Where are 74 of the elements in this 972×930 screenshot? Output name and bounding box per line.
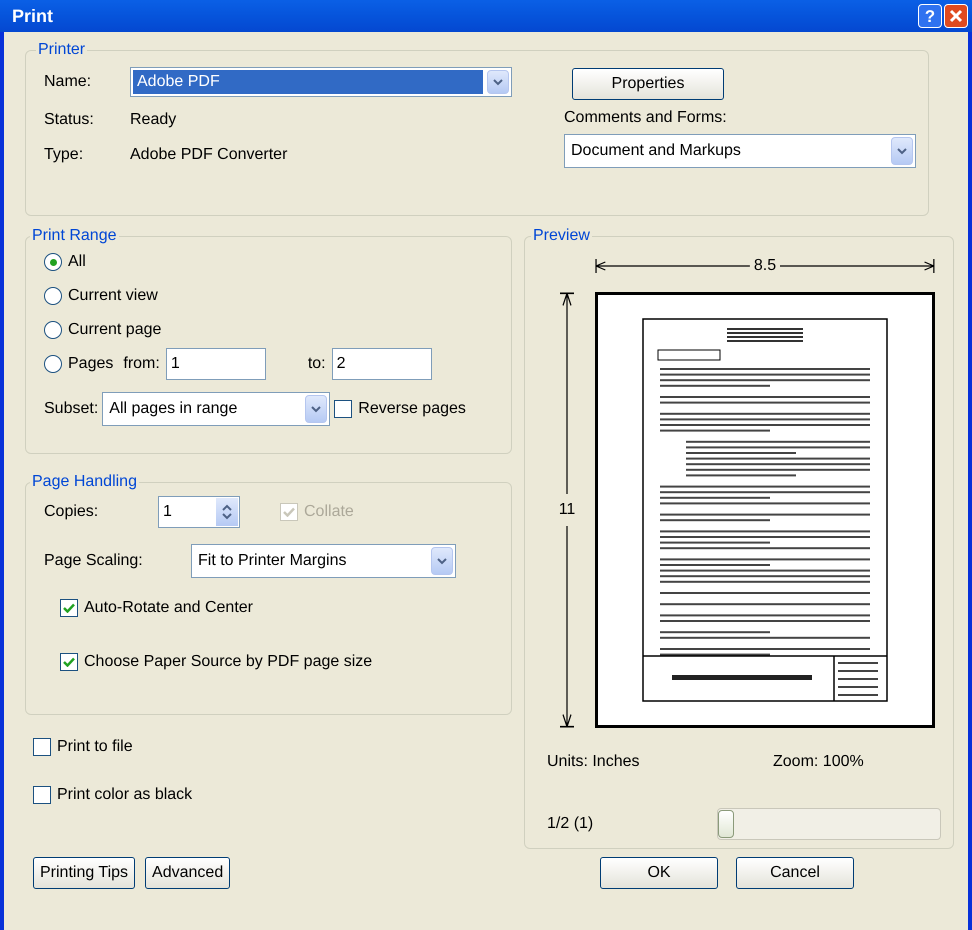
- select-value: All pages in range: [108, 399, 238, 419]
- select-value: Adobe PDF: [133, 70, 483, 94]
- checkbox-label: Reverse pages: [358, 399, 466, 419]
- chevron-down-icon: [897, 147, 907, 155]
- radio-label: Current page: [68, 320, 162, 340]
- page-indicator: 1/2 (1): [547, 814, 594, 834]
- page-scaling-select[interactable]: Fit to Printer Margins: [191, 544, 456, 578]
- radio-button[interactable]: [44, 355, 62, 373]
- radio-button[interactable]: [44, 287, 62, 305]
- type-value: Adobe PDF Converter: [130, 144, 288, 165]
- chevron-down-icon: [437, 557, 447, 565]
- subset-select[interactable]: All pages in range: [102, 392, 330, 426]
- group-title: Preview: [532, 226, 591, 246]
- from-page-field[interactable]: 1: [166, 348, 266, 380]
- checkbox[interactable]: [33, 786, 51, 804]
- close-button[interactable]: [944, 4, 968, 28]
- dialog-button[interactable]: Advanced: [145, 857, 230, 889]
- checkbox-label: Collate: [304, 502, 354, 522]
- chevron-down-icon: [493, 78, 503, 86]
- copies-spinner[interactable]: 1: [158, 496, 240, 528]
- page-slider-track[interactable]: [717, 808, 941, 840]
- page-width-label: 8.5: [752, 256, 778, 276]
- checkbox[interactable]: [60, 653, 78, 671]
- dropdown-button[interactable]: [431, 547, 453, 575]
- printer-select[interactable]: Adobe PDF: [130, 67, 512, 98]
- radio-label: Current view: [68, 286, 158, 306]
- checkmark-icon: [63, 603, 75, 613]
- checkbox-label: Print to file: [57, 737, 133, 757]
- field-label: Copies:: [44, 502, 100, 522]
- dialog-button[interactable]: Cancel: [736, 857, 854, 889]
- checkbox-label: Print color as black: [57, 785, 192, 805]
- field-label: Page Scaling:: [44, 551, 144, 571]
- dropdown-button[interactable]: [891, 137, 913, 165]
- group-title: Page Handling: [31, 472, 138, 492]
- checkbox[interactable]: [60, 599, 78, 617]
- dialog-button[interactable]: Properties: [572, 68, 724, 100]
- dropdown-button[interactable]: [305, 395, 328, 423]
- spin-arrows-icon[interactable]: [216, 498, 238, 526]
- field-label: Name:: [44, 72, 92, 92]
- radio-button[interactable]: [44, 321, 62, 339]
- group-title: Printer: [37, 40, 86, 60]
- chevron-down-icon: [311, 405, 322, 413]
- window-title: Print: [12, 4, 54, 28]
- dialog-button[interactable]: OK: [600, 857, 718, 889]
- close-icon: [949, 9, 963, 23]
- field-label: Status:: [44, 110, 95, 130]
- status-value: Ready: [130, 110, 178, 130]
- select-value: Fit to Printer Margins: [197, 551, 348, 571]
- field-label: Comments and Forms:: [564, 108, 728, 128]
- comments-select[interactable]: Document and Markups: [564, 134, 916, 168]
- dropdown-button[interactable]: [487, 70, 509, 94]
- page-height-label: 11: [558, 500, 576, 520]
- zoom-label: Zoom: 100%: [773, 752, 864, 772]
- checkbox-label: Auto-Rotate and Center: [84, 598, 253, 618]
- checkmark-icon: [283, 507, 295, 517]
- radio-label: All: [68, 252, 86, 272]
- radio-button[interactable]: [44, 253, 62, 271]
- field-label: Subset:: [44, 399, 98, 419]
- dialog-button[interactable]: Printing Tips: [33, 857, 136, 889]
- group-title: Print Range: [31, 226, 118, 246]
- units-label: Units: Inches: [547, 752, 640, 772]
- select-value: Document and Markups: [570, 141, 742, 161]
- checkmark-icon: [63, 657, 75, 667]
- to-page-field[interactable]: 2: [332, 348, 432, 380]
- checkbox-label: Choose Paper Source by PDF page size: [84, 652, 372, 672]
- copies-value: 1: [162, 502, 173, 522]
- checkbox[interactable]: [33, 738, 51, 756]
- radio-label: Pages: [68, 354, 114, 374]
- checkbox[interactable]: [334, 400, 352, 418]
- field-label: from:: [123, 354, 160, 374]
- help-button[interactable]: ?: [918, 4, 942, 28]
- field-label: to:: [308, 354, 326, 374]
- slider-thumb[interactable]: [718, 810, 734, 838]
- field-label: Type:: [44, 144, 84, 165]
